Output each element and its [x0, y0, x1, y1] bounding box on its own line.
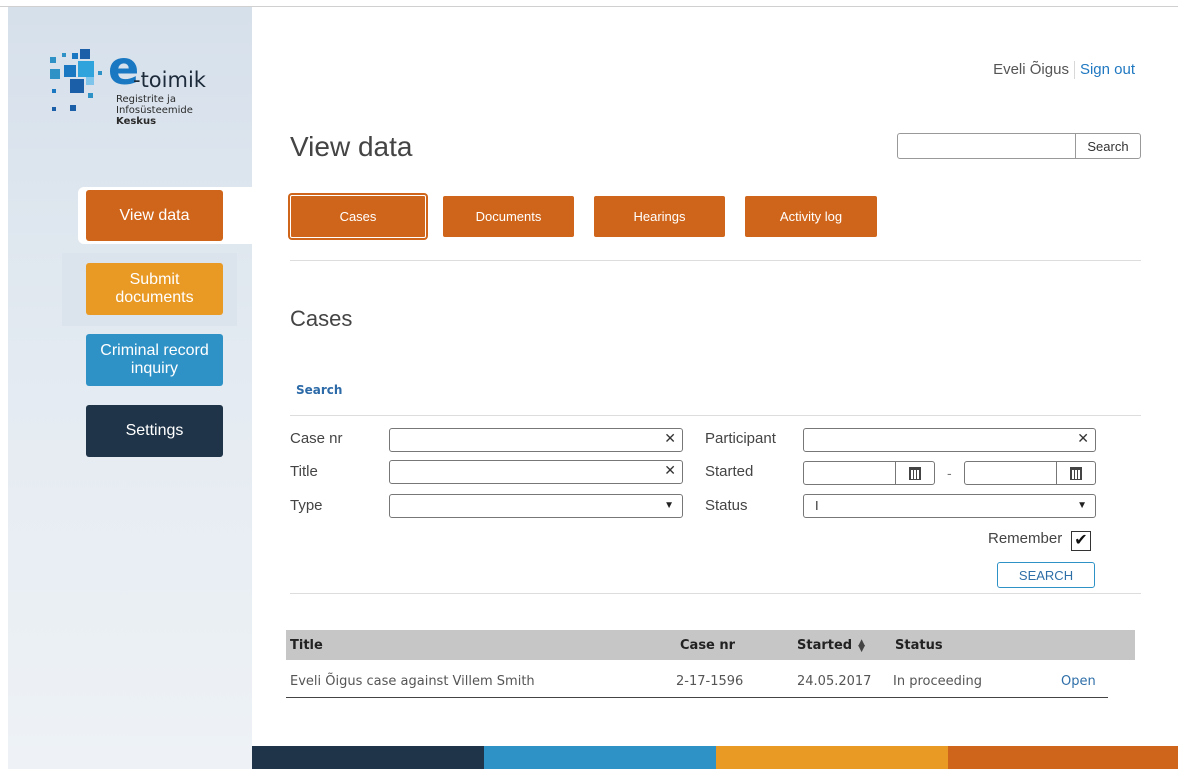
sidebar-item-view-data[interactable]: View data — [86, 190, 223, 241]
participant-input[interactable]: ✕ — [803, 428, 1096, 452]
checkmark-icon: ✔ — [1074, 532, 1088, 549]
cell-title: Eveli Õigus case against Villem Smith — [290, 674, 535, 689]
tab-documents[interactable]: Documents — [443, 196, 574, 237]
search-toggle-link[interactable]: Search — [296, 383, 342, 397]
section-title: Cases — [290, 306, 353, 331]
footer-stripe-navy — [252, 746, 484, 769]
column-header-status[interactable]: Status — [895, 638, 943, 653]
date-range-separator: - — [947, 465, 952, 481]
page-title: View data — [290, 131, 413, 162]
calendar-button[interactable] — [1056, 462, 1095, 484]
tab-cases[interactable]: Cases — [290, 195, 426, 238]
sort-icon: ▲ ▼ — [858, 637, 866, 654]
open-case-link[interactable]: Open — [1061, 674, 1096, 689]
clear-icon[interactable]: ✕ — [664, 430, 676, 447]
title-input[interactable]: ✕ — [389, 460, 683, 484]
remember-checkbox[interactable]: ✔ — [1071, 531, 1091, 551]
type-label: Type — [290, 497, 323, 514]
status-label: Status — [705, 497, 748, 514]
filters-top-divider — [290, 415, 1141, 416]
calendar-icon — [909, 466, 921, 480]
started-to-input[interactable] — [964, 461, 1096, 485]
title-label: Title — [290, 463, 318, 480]
footer-stripe-yellow — [716, 746, 948, 769]
status-value: I — [815, 498, 819, 513]
filters-bottom-divider — [290, 593, 1141, 594]
footer-stripe-blue — [484, 746, 716, 769]
calendar-button[interactable] — [895, 462, 934, 484]
column-header-title[interactable]: Title — [290, 638, 323, 653]
started-label: Started — [705, 463, 754, 480]
case-nr-label: Case nr — [290, 430, 343, 447]
cell-started: 24.05.2017 — [797, 674, 872, 689]
sidebar-item-criminal-record-inquiry[interactable]: Criminal record inquiry — [86, 334, 223, 386]
remember-label: Remember — [988, 530, 1063, 547]
caret-down-icon: ▼ — [1077, 500, 1087, 511]
started-from-input[interactable] — [803, 461, 935, 485]
cell-case-nr: 2-17-1596 — [676, 674, 744, 689]
tab-hearings[interactable]: Hearings — [594, 196, 725, 237]
type-select[interactable]: ▼ — [389, 494, 683, 518]
logo-toimik: -toimik — [133, 68, 206, 92]
search-button[interactable]: SEARCH — [997, 562, 1095, 588]
status-select[interactable]: I ▼ — [803, 494, 1096, 518]
logo-org-name: Registrite ja Infosüsteemide Keskus — [116, 94, 193, 127]
calendar-icon — [1070, 466, 1082, 480]
clear-icon[interactable]: ✕ — [1077, 430, 1089, 447]
row-divider — [286, 697, 1108, 698]
sidebar-item-submit-documents[interactable]: Submit documents — [86, 263, 223, 315]
tab-activity-log[interactable]: Activity log — [745, 196, 877, 237]
tabs-divider — [290, 260, 1141, 261]
cell-status: In proceeding — [893, 674, 982, 689]
user-bar: Eveli Õigus Sign out — [993, 61, 1135, 80]
table-header: Title Case nr Started ▲ ▼ Status — [286, 630, 1135, 660]
global-search-button[interactable]: Search — [1075, 134, 1140, 158]
global-search: Search — [897, 133, 1141, 159]
footer-stripe-orange — [948, 746, 1178, 769]
sign-out-link[interactable]: Sign out — [1080, 61, 1135, 78]
column-header-started[interactable]: Started ▲ ▼ — [797, 638, 865, 653]
caret-down-icon: ▼ — [664, 500, 674, 511]
column-header-case-nr[interactable]: Case nr — [680, 638, 735, 653]
case-nr-input[interactable]: ✕ — [389, 428, 683, 452]
user-name: Eveli Õigus — [993, 61, 1069, 78]
participant-label: Participant — [705, 430, 776, 447]
e-toimik-logo[interactable]: e -toimik Registrite ja Infosüsteemide K… — [50, 45, 220, 153]
global-search-input[interactable] — [898, 134, 1075, 158]
sidebar-item-settings[interactable]: Settings — [86, 405, 223, 457]
clear-icon[interactable]: ✕ — [664, 462, 676, 479]
